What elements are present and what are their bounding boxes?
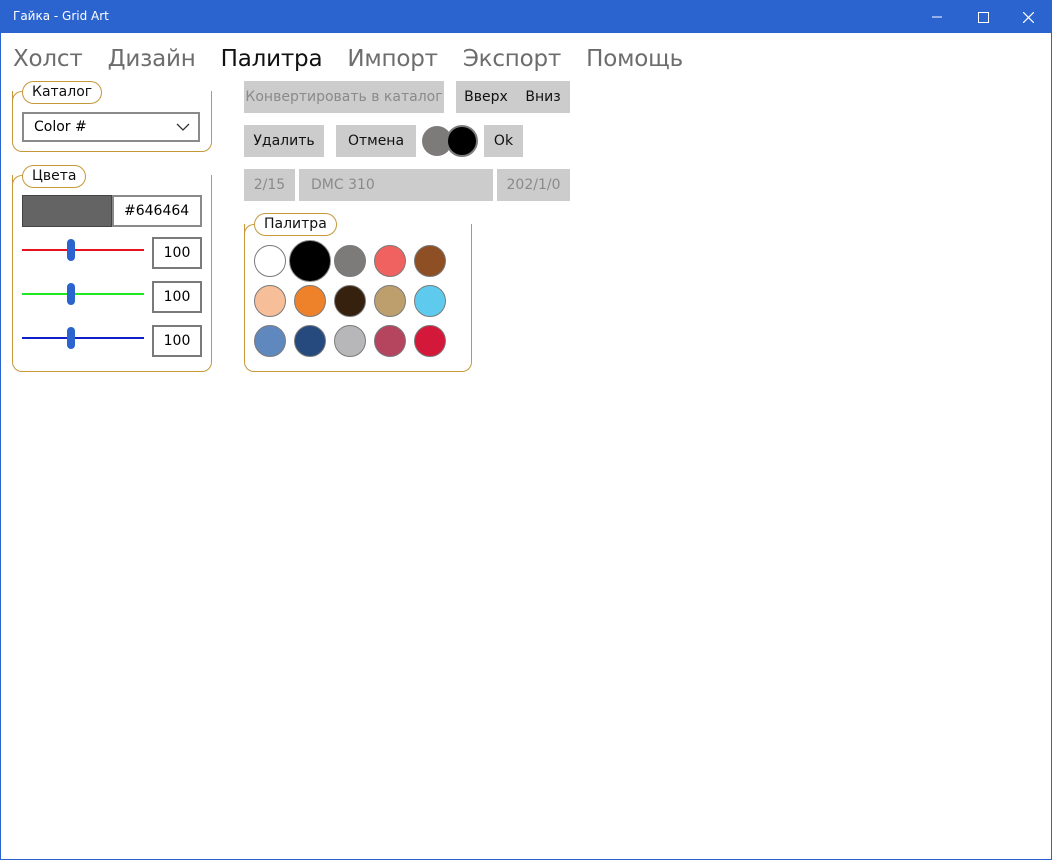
red-slider[interactable] [22, 237, 144, 263]
palette-swatch[interactable] [414, 325, 446, 357]
cancel-button[interactable]: Отмена [336, 125, 416, 157]
main-menu: Холст Дизайн Палитра Импорт Экспорт Помо… [13, 45, 708, 75]
red-value-input[interactable]: 100 [152, 237, 202, 269]
palette-swatch[interactable] [289, 240, 331, 282]
color-position-label: 202/1/0 [497, 169, 570, 201]
maximize-icon [977, 11, 989, 23]
ok-button[interactable]: Ok [484, 125, 523, 157]
hex-color-input[interactable]: #646464 [112, 195, 202, 227]
menu-item-palette[interactable]: Палитра [221, 45, 323, 75]
current-color-swatch [22, 195, 112, 227]
blue-value-input[interactable]: 100 [152, 325, 202, 357]
red-slider-track [22, 249, 144, 251]
palette-swatch[interactable] [294, 285, 326, 317]
colors-group-label: Цвета [22, 165, 87, 188]
blue-slider-thumb[interactable] [67, 327, 75, 349]
menu-item-canvas[interactable]: Холст [13, 45, 83, 75]
palette-swatch[interactable] [414, 285, 446, 317]
blue-slider-track [22, 337, 144, 339]
green-slider-thumb[interactable] [67, 283, 75, 305]
menu-item-export[interactable]: Экспорт [463, 45, 562, 75]
catalog-select-value: Color # [34, 119, 87, 135]
catalog-select[interactable]: Color # [22, 112, 200, 142]
catalog-group-label: Каталог [22, 81, 103, 104]
blue-slider[interactable] [22, 325, 144, 351]
red-slider-thumb[interactable] [67, 239, 75, 261]
move-down-button[interactable]: Вниз [516, 81, 570, 113]
delete-button[interactable]: Удалить [244, 125, 324, 157]
palette-swatch[interactable] [374, 285, 406, 317]
window-title: Гайка - Grid Art [13, 9, 109, 23]
palette-swatch[interactable] [374, 325, 406, 357]
menu-item-design[interactable]: Дизайн [108, 45, 196, 75]
palette-swatch[interactable] [254, 245, 286, 277]
maximize-button[interactable] [960, 1, 1006, 33]
palette-swatch[interactable] [254, 325, 286, 357]
palette-swatch[interactable] [254, 285, 286, 317]
menu-item-import[interactable]: Импорт [347, 45, 438, 75]
close-button[interactable] [1005, 1, 1051, 33]
menu-item-help[interactable]: Помощь [586, 45, 683, 75]
move-up-button[interactable]: Вверх [456, 81, 516, 113]
app-window: Гайка - Grid Art Холст Дизайн Палитра Им… [0, 0, 1052, 860]
title-bar: Гайка - Grid Art [1, 1, 1051, 33]
palette-index-label: 2/15 [244, 169, 295, 201]
palette-swatch[interactable] [334, 245, 366, 277]
palette-swatch[interactable] [294, 325, 326, 357]
palette-group-label: Палитра [254, 213, 337, 236]
palette-swatch[interactable] [334, 285, 366, 317]
chevron-down-icon [176, 123, 190, 131]
convert-to-catalog-button[interactable]: Конвертировать в каталог [244, 81, 444, 113]
green-slider-track [22, 293, 144, 295]
compare-color-current[interactable] [446, 125, 478, 157]
palette-swatch[interactable] [334, 325, 366, 357]
palette-swatch[interactable] [374, 245, 406, 277]
minimize-button[interactable] [914, 1, 960, 33]
palette-swatch[interactable] [414, 245, 446, 277]
close-icon [1022, 11, 1034, 23]
green-value-input[interactable]: 100 [152, 281, 202, 313]
color-name-field[interactable]: DMC 310 [299, 169, 493, 201]
green-slider[interactable] [22, 281, 144, 307]
minimize-icon [932, 16, 942, 18]
